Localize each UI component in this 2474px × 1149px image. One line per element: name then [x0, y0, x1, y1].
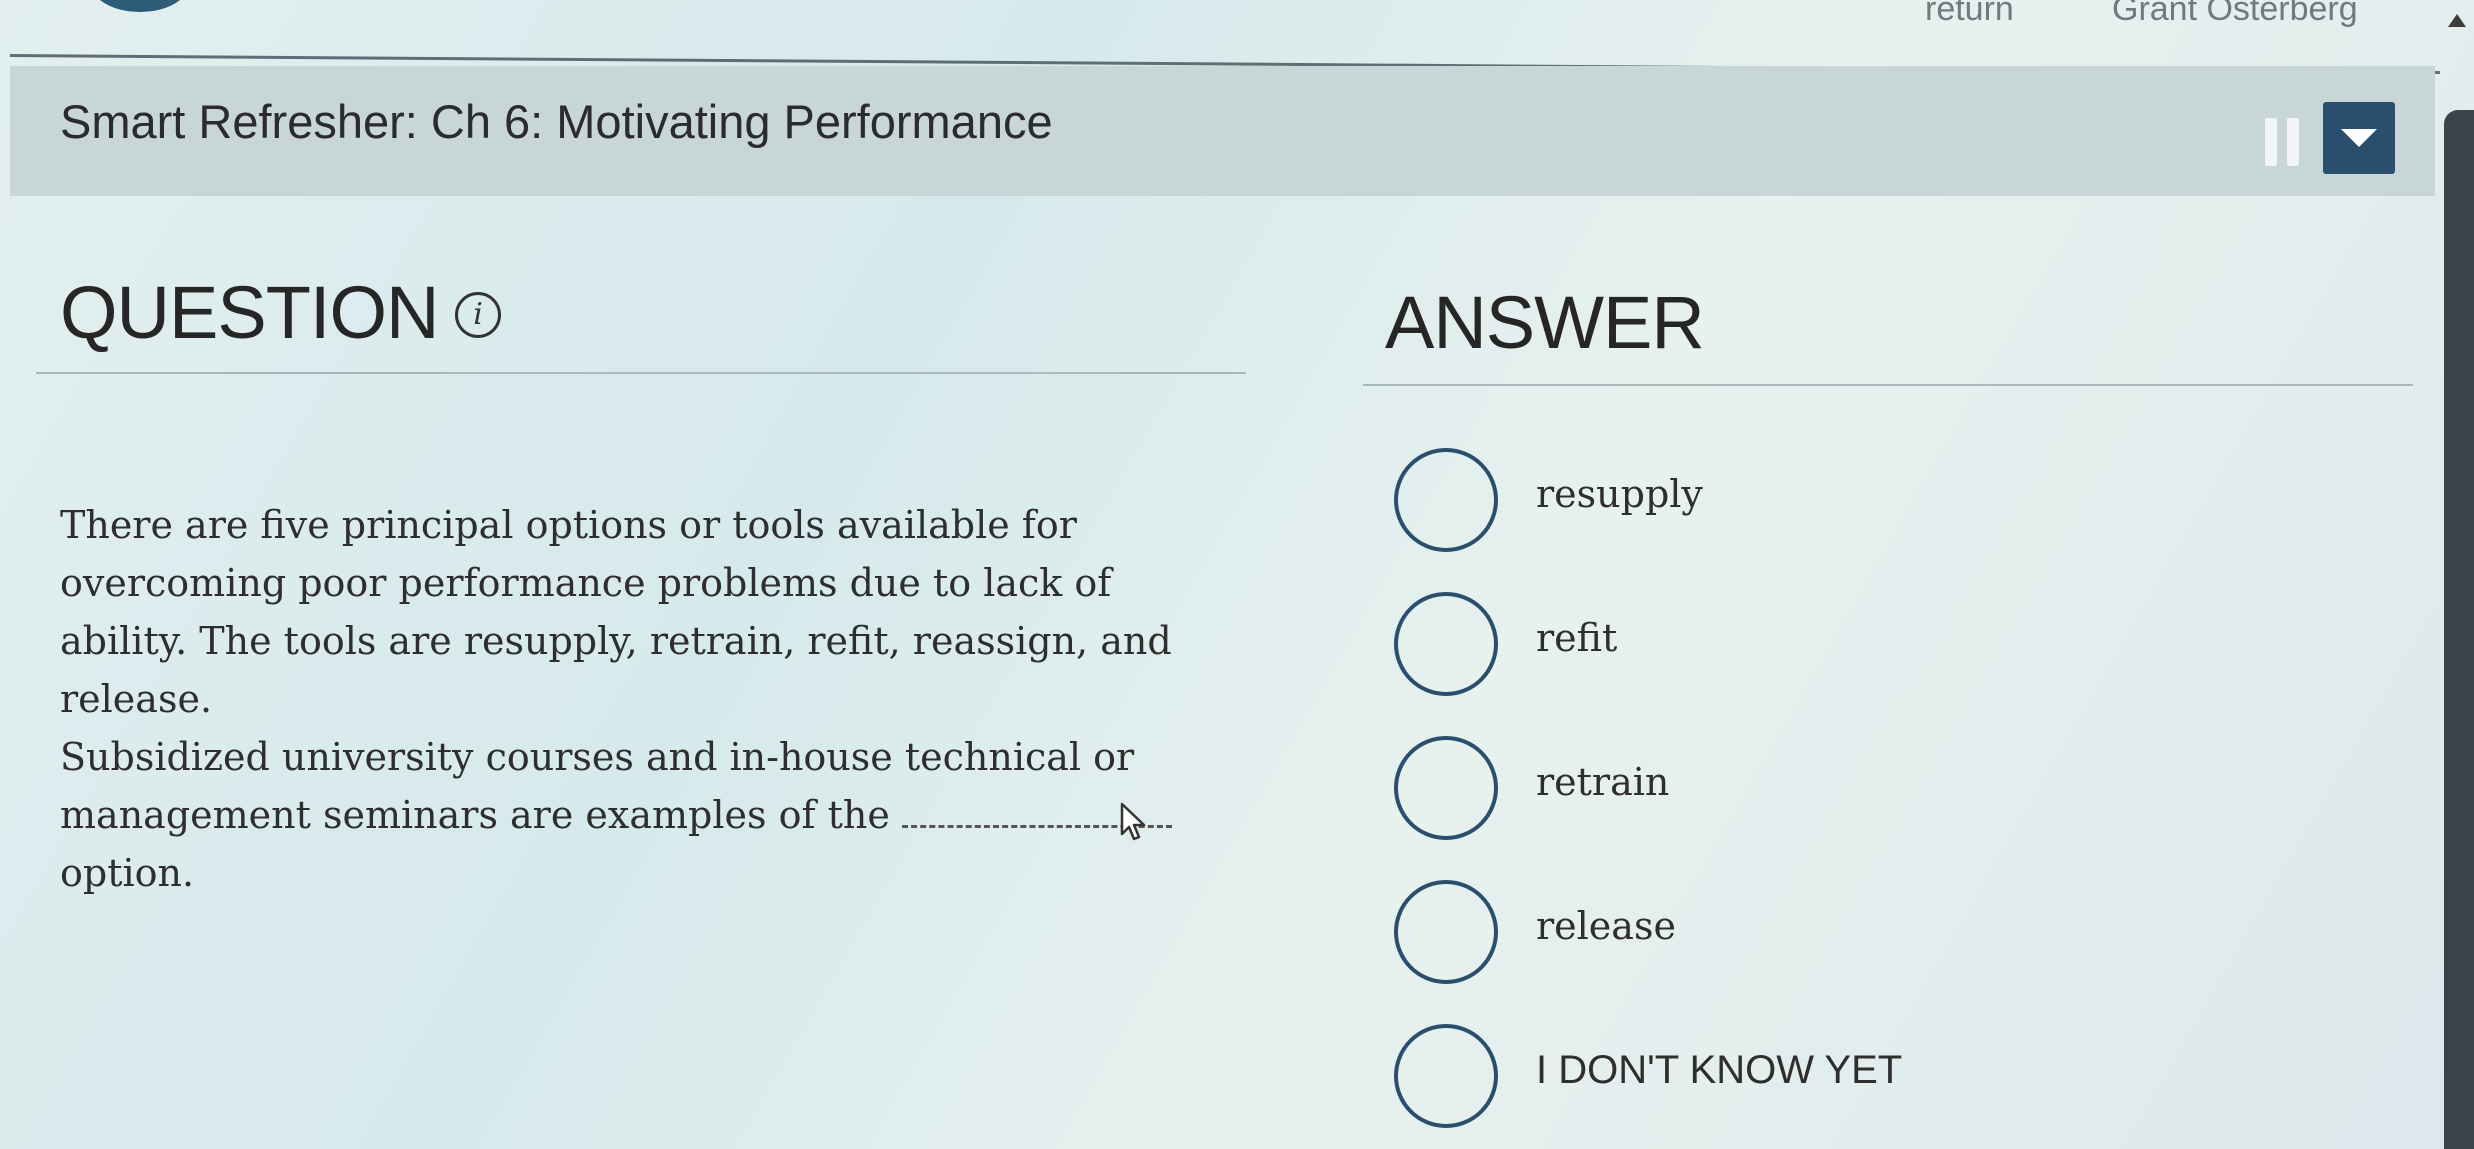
option-label: retrain	[1536, 760, 1670, 804]
user-name[interactable]: Grant Osterberg	[2112, 0, 2358, 29]
return-link[interactable]: return	[1925, 0, 2014, 29]
menu-dropdown-button[interactable]	[2323, 102, 2395, 174]
radio-button[interactable]	[1394, 880, 1498, 984]
page-title: Smart Refresher: Ch 6: Motivating Perfor…	[60, 95, 1053, 148]
question-prompt-end: option.	[60, 851, 195, 895]
question-context: There are five principal options or tool…	[60, 503, 1172, 721]
radio-button[interactable]	[1394, 592, 1498, 696]
pause-icon[interactable]	[2265, 118, 2305, 166]
question-divider	[36, 372, 1246, 374]
radio-button[interactable]	[1394, 1024, 1498, 1128]
info-icon[interactable]: i	[455, 292, 501, 338]
chevron-down-icon	[2341, 129, 2377, 147]
option-label: resupply	[1536, 472, 1703, 516]
radio-button[interactable]	[1394, 448, 1498, 552]
question-prompt: Subsidized university courses and in-hou…	[60, 728, 1230, 902]
answer-divider	[1363, 384, 2413, 386]
option-label: release	[1536, 904, 1676, 948]
option-label: I DON'T KNOW YET	[1536, 1048, 1903, 1092]
answer-option-dont-know[interactable]: I DON'T KNOW YET	[1390, 1024, 2390, 1134]
scrollbar[interactable]	[2444, 110, 2474, 1149]
answer-heading: ANSWER	[1385, 281, 1705, 364]
answer-option-retrain[interactable]: retrain	[1390, 736, 2390, 846]
radio-button[interactable]	[1394, 736, 1498, 840]
answer-option-release[interactable]: release	[1390, 880, 2390, 990]
caret-up-icon[interactable]	[2448, 14, 2466, 27]
question-heading: QUESTION	[60, 271, 439, 354]
title-bar: Smart Refresher: Ch 6: Motivating Perfor…	[10, 66, 2435, 196]
answer-option-refit[interactable]: refit	[1390, 592, 2390, 702]
mouse-pointer-icon	[1120, 802, 1146, 841]
option-label: refit	[1536, 616, 1618, 660]
logo[interactable]	[90, 0, 190, 12]
top-bar: return Grant Osterberg	[0, 0, 2474, 74]
answer-option-resupply[interactable]: resupply	[1390, 448, 2390, 558]
